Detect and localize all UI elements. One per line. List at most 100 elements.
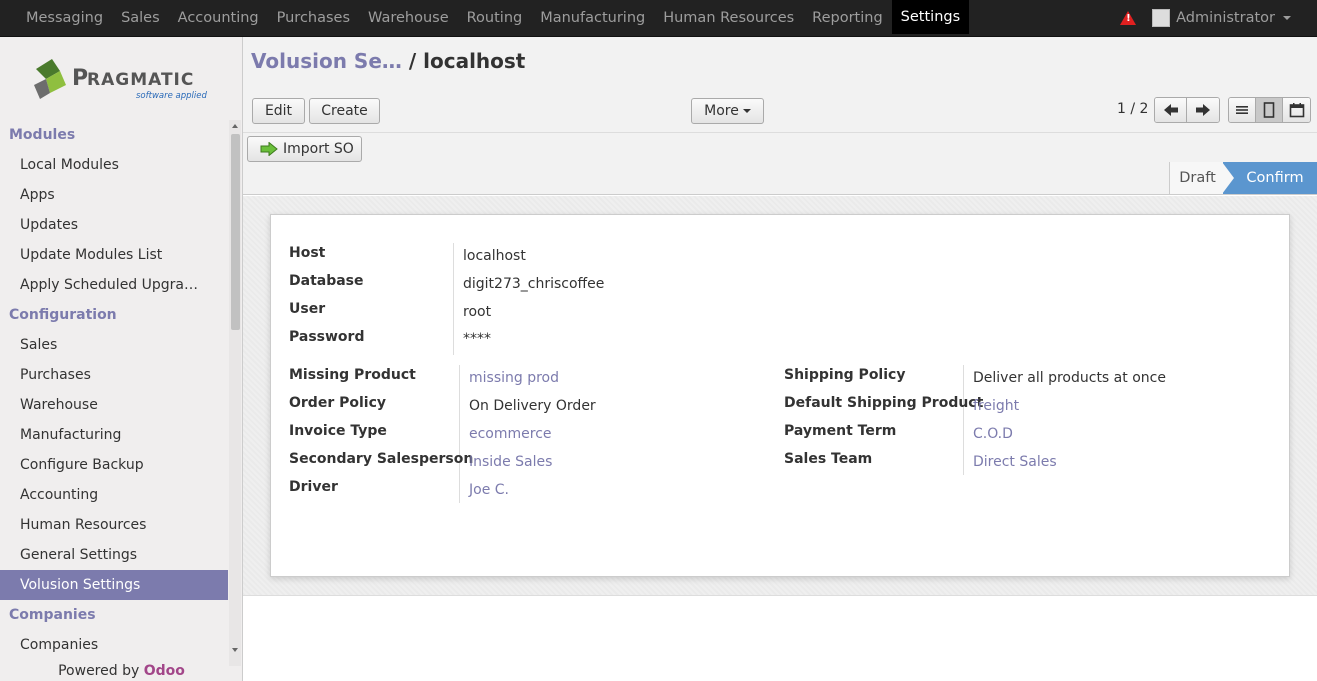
default-shipping-product-field[interactable]: freight xyxy=(973,398,1019,414)
order-policy-field: On Delivery Order xyxy=(469,398,596,414)
powered-by-text: Powered by xyxy=(58,663,144,679)
shipping-policy-label: Shipping Policy xyxy=(784,367,906,383)
scrollbar-thumb[interactable] xyxy=(231,134,240,330)
chevron-down-icon xyxy=(742,109,751,113)
sidebar-item-configure-backup[interactable]: Configure Backup xyxy=(0,450,228,480)
invoice-type-field[interactable]: ecommerce xyxy=(469,426,552,442)
top-menu-item-messaging[interactable]: Messaging xyxy=(17,0,112,36)
top-menu-item-purchases[interactable]: Purchases xyxy=(268,0,359,36)
order-policy-label: Order Policy xyxy=(289,395,387,411)
top-menu-item-settings[interactable]: Settings xyxy=(891,0,970,34)
list-view-button[interactable] xyxy=(1229,98,1256,122)
user-field: root xyxy=(463,304,492,320)
default-shipping-product-label: Default Shipping Product xyxy=(784,395,984,411)
top-menu-item-human-resources[interactable]: Human Resources xyxy=(654,0,803,36)
svg-text:software applied: software applied xyxy=(136,91,207,101)
form-sheet: Host localhost Database digit273_chrisco… xyxy=(270,214,1290,577)
more-button[interactable]: More xyxy=(691,98,764,124)
chevron-down-icon[interactable] xyxy=(1283,16,1291,20)
sales-team-label: Sales Team xyxy=(784,451,873,467)
missing-product-label: Missing Product xyxy=(289,367,416,383)
import-so-label: Import SO xyxy=(283,141,354,157)
arrow-right-icon xyxy=(1196,104,1210,116)
avatar[interactable] xyxy=(1152,9,1171,27)
pager-value[interactable]: 1 / 2 xyxy=(1117,101,1148,117)
divider xyxy=(453,243,454,355)
top-navbar: Messaging Sales Accounting Purchases Warehou… xyxy=(0,0,1317,37)
breadcrumb-parent[interactable]: Volusion Se… xyxy=(251,49,402,73)
control-panel: Volusion Se… / localhost Edit Create Mor… xyxy=(243,37,1317,133)
missing-product-field[interactable]: missing prod xyxy=(469,370,559,386)
sidebar-item-update-modules-list[interactable]: Update Modules List xyxy=(0,240,228,270)
sales-team-field[interactable]: Direct Sales xyxy=(973,454,1057,470)
form-area: Host localhost Database digit273_chrisco… xyxy=(243,196,1317,596)
view-switcher xyxy=(1228,97,1311,123)
sidebar-item-accounting[interactable]: Accounting xyxy=(0,480,228,510)
top-menu-item-warehouse[interactable]: Warehouse xyxy=(359,0,458,36)
sidebar-section-configuration: Configuration xyxy=(9,307,117,323)
sidebar-item-apps[interactable]: Apps xyxy=(0,180,228,210)
driver-field[interactable]: Joe C. xyxy=(469,482,509,498)
stage-confirm-label: Confirm xyxy=(1246,170,1304,186)
top-menu-item-routing[interactable]: Routing xyxy=(458,0,532,36)
user-menu[interactable]: Administrator xyxy=(1176,10,1275,26)
svg-text:RAGMATIC: RAGMATIC xyxy=(87,70,194,90)
sidebar-item-companies[interactable]: Companies xyxy=(0,630,228,660)
payment-term-field[interactable]: C.O.D xyxy=(973,426,1013,442)
shipping-policy-field: Deliver all products at once xyxy=(973,370,1166,386)
payment-term-label: Payment Term xyxy=(784,423,897,439)
invoice-type-label: Invoice Type xyxy=(289,423,387,439)
top-menu-item-manufacturing[interactable]: Manufacturing xyxy=(531,0,654,36)
pragmatic-logo-icon: P RAGMATIC software applied xyxy=(34,59,207,101)
odoo-link[interactable]: Odoo xyxy=(144,663,185,679)
database-label: Database xyxy=(289,273,364,289)
scroll-up-icon[interactable] xyxy=(232,124,238,128)
sidebar-section-companies: Companies xyxy=(9,607,96,623)
svg-text:P: P xyxy=(72,66,88,91)
more-label: More xyxy=(704,103,739,119)
driver-label: Driver xyxy=(289,479,338,495)
sidebar-item-general-settings[interactable]: General Settings xyxy=(0,540,228,570)
sidebar-item-updates[interactable]: Updates xyxy=(0,210,228,240)
calendar-icon xyxy=(1289,103,1304,118)
next-button[interactable] xyxy=(1187,98,1219,122)
arrow-right-icon xyxy=(260,142,278,156)
arrow-left-icon xyxy=(1163,104,1178,116)
top-menu: Messaging Sales Accounting Purchases Warehou… xyxy=(17,0,970,36)
previous-button[interactable] xyxy=(1155,98,1187,122)
scroll-down-icon[interactable] xyxy=(232,648,238,652)
sidebar-scrollbar[interactable] xyxy=(229,120,241,666)
sidebar: P RAGMATIC software applied Modules Local… xyxy=(0,37,243,681)
form-statusbar: Import SO Draft Confirm xyxy=(243,133,1317,195)
logo[interactable]: P RAGMATIC software applied xyxy=(30,55,220,105)
sidebar-section-modules: Modules xyxy=(9,127,76,143)
create-button[interactable]: Create xyxy=(309,98,380,124)
list-icon xyxy=(1236,106,1248,114)
top-menu-item-accounting[interactable]: Accounting xyxy=(169,0,268,36)
stage-draft[interactable]: Draft xyxy=(1169,162,1225,194)
form-icon xyxy=(1263,102,1275,118)
sidebar-menu: Modules Local Modules Apps Updates Update Mo… xyxy=(0,120,228,666)
stage-confirm[interactable]: Confirm xyxy=(1222,162,1317,194)
calendar-view-button[interactable] xyxy=(1283,98,1310,122)
sidebar-item-apply-scheduled-upgra[interactable]: Apply Scheduled Upgra… xyxy=(0,270,228,300)
import-so-button[interactable]: Import SO xyxy=(247,136,362,162)
sidebar-item-local-modules[interactable]: Local Modules xyxy=(0,150,228,180)
sidebar-item-warehouse[interactable]: Warehouse xyxy=(0,390,228,420)
database-field: digit273_chriscoffee xyxy=(463,276,605,292)
pager-buttons xyxy=(1154,97,1220,123)
form-view-button[interactable] xyxy=(1256,98,1283,122)
breadcrumb-current: localhost xyxy=(423,49,526,73)
top-menu-item-sales[interactable]: Sales xyxy=(112,0,169,36)
sidebar-item-volusion-settings[interactable]: Volusion Settings xyxy=(0,570,228,600)
edit-button[interactable]: Edit xyxy=(252,98,305,124)
sidebar-item-purchases[interactable]: Purchases xyxy=(0,360,228,390)
warning-icon[interactable] xyxy=(1120,11,1137,25)
top-menu-item-reporting[interactable]: Reporting xyxy=(803,0,892,36)
sidebar-item-sales[interactable]: Sales xyxy=(0,330,228,360)
sidebar-item-human-resources[interactable]: Human Resources xyxy=(0,510,228,540)
secondary-salesperson-field[interactable]: Inside Sales xyxy=(469,454,552,470)
sidebar-item-manufacturing[interactable]: Manufacturing xyxy=(0,420,228,450)
powered-by: Powered by Odoo xyxy=(0,663,243,679)
secondary-salesperson-label: Secondary Salesperson xyxy=(289,451,474,467)
